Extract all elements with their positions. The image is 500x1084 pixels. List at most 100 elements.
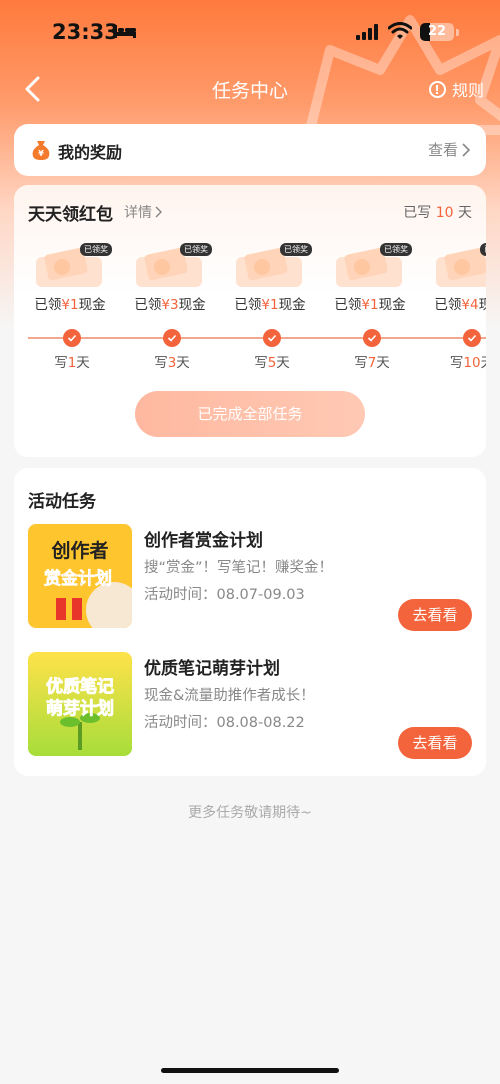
- day-number: 3: [167, 355, 177, 371]
- thumb-text: 创作者: [50, 539, 108, 562]
- thumb-text: 萌芽计划: [46, 698, 114, 719]
- red-packet-ticket-icon: [436, 247, 486, 287]
- reward-amount: ¥1: [61, 297, 79, 313]
- reward-label: 已领¥1现金: [228, 293, 312, 313]
- daily-title: 天天领红包: [28, 205, 113, 225]
- daily-streak-status: 已写 10 天: [403, 202, 472, 222]
- all-tasks-completed-button[interactable]: 已完成全部任务: [135, 391, 365, 437]
- day-suffix: 天: [376, 355, 390, 371]
- day-label: 写5天: [242, 351, 302, 371]
- day-prefix: 写: [449, 355, 464, 371]
- reward-label: 已领¥1现金: [328, 293, 412, 313]
- day-number: 5: [267, 355, 277, 371]
- go-see-button[interactable]: 去看看: [398, 727, 472, 759]
- claimed-badge: 已领奖: [480, 243, 486, 256]
- reward-prefix: 已领: [134, 297, 162, 313]
- bounty-plan-image: 创作者 赏金计划: [28, 524, 132, 628]
- check-icon: [63, 329, 81, 347]
- reward-label: 已领¥1现金: [28, 293, 112, 313]
- reward-prefix: 已领: [334, 297, 362, 313]
- day-suffix: 天: [76, 355, 90, 371]
- streak-prefix: 已写: [403, 205, 432, 221]
- my-rewards-card[interactable]: ¥ 我的奖励 查看: [14, 124, 486, 176]
- claimed-badge: 已领奖: [80, 243, 112, 256]
- reward-prefix: 已领: [434, 297, 462, 313]
- claimed-badge: 已领奖: [180, 243, 212, 256]
- streak-suffix: 天: [458, 205, 472, 221]
- reward-label: 已领¥3现金: [128, 293, 212, 313]
- home-indicator[interactable]: [161, 1068, 339, 1073]
- reward-amount: ¥3: [161, 297, 179, 313]
- reward-amount: ¥1: [361, 297, 379, 313]
- bed-icon: [114, 25, 136, 38]
- task-thumbnail[interactable]: 优质笔记 萌芽计划: [28, 652, 132, 756]
- status-time: 23:33: [52, 20, 119, 44]
- rewards-view-label: 查看: [427, 141, 458, 159]
- day-prefix: 写: [154, 355, 168, 371]
- task-time: 活动时间：08.07-09.03: [144, 587, 305, 603]
- task-name: 创作者赏金计划: [144, 531, 263, 551]
- day-number: 10: [463, 355, 481, 371]
- thumb-text: 赏金计划: [44, 568, 112, 589]
- check-icon: [363, 329, 381, 347]
- page-title: 任务中心: [211, 80, 288, 102]
- sprout-plan-image: 优质笔记 萌芽计划: [28, 652, 132, 756]
- daily-detail-label: 详情: [124, 205, 152, 221]
- day-number: 7: [367, 355, 377, 371]
- chevron-right-icon: [155, 206, 162, 218]
- chevron-right-icon: [462, 142, 470, 157]
- battery-tip: [456, 29, 459, 36]
- day-label: 写10天: [442, 351, 486, 371]
- battery-indicator: 22: [420, 23, 454, 41]
- check-icon: [263, 329, 281, 347]
- reward-suffix: 现金: [478, 297, 486, 313]
- task-thumbnail[interactable]: 创作者 赏金计划: [28, 524, 132, 628]
- reward-suffix: 现金: [178, 297, 206, 313]
- task-name: 优质笔记萌芽计划: [144, 659, 280, 679]
- nav-bar: 任务中心 规则: [0, 66, 500, 112]
- rewards-title: 我的奖励: [58, 143, 123, 162]
- rules-button[interactable]: 规则: [428, 76, 484, 102]
- progress-track: [28, 337, 486, 339]
- reward-amount: ¥1: [261, 297, 279, 313]
- reward-item: 已领奖 已领¥4现金: [428, 243, 486, 317]
- task-description: 搜“赏金”！写笔记！赚奖金！: [144, 560, 334, 576]
- info-icon: [428, 80, 446, 98]
- svg-text:¥: ¥: [38, 149, 44, 158]
- reward-label: 已领¥4现金: [428, 293, 486, 313]
- claimed-badge: 已领奖: [380, 243, 412, 256]
- day-suffix: 天: [481, 355, 486, 371]
- day-number: 1: [67, 355, 77, 371]
- more-tasks-hint: 更多任务敬请期待~: [188, 805, 312, 821]
- activity-tasks-card: 活动任务 创作者 赏金计划 创作者赏金计划 搜“赏金”！写笔记！赚奖金！ 活动时…: [14, 468, 486, 776]
- reward-item: 已领奖 已领¥1现金: [328, 243, 412, 317]
- thumb-text: 优质笔记: [46, 676, 114, 697]
- task-description: 现金&流量助推作者成长！: [144, 688, 315, 704]
- reward-item: 已领奖 已领¥1现金: [28, 243, 112, 317]
- reward-item: 已领奖 已领¥1现金: [228, 243, 312, 317]
- wifi-icon: [388, 22, 412, 39]
- day-suffix: 天: [276, 355, 290, 371]
- check-icon: [163, 329, 181, 347]
- day-prefix: 写: [354, 355, 368, 371]
- status-bar: 23:33 22: [0, 0, 500, 66]
- reward-amount: ¥4: [461, 297, 479, 313]
- reward-suffix: 现金: [378, 297, 406, 313]
- money-bag-icon: ¥: [32, 141, 50, 160]
- day-prefix: 写: [54, 355, 68, 371]
- daily-red-packet-card: 天天领红包 详情 已写 10 天 已领奖 已领¥1现金 已领奖 已领¥3现金 已…: [14, 185, 486, 457]
- reward-prefix: 已领: [34, 297, 62, 313]
- day-label: 写1天: [42, 351, 102, 371]
- go-see-button[interactable]: 去看看: [398, 599, 472, 631]
- reward-item: 已领奖 已领¥3现金: [128, 243, 212, 317]
- battery-level: 22: [427, 24, 447, 39]
- tasks-title: 活动任务: [28, 492, 96, 512]
- rewards-view-link[interactable]: 查看: [428, 139, 470, 160]
- reward-suffix: 现金: [78, 297, 106, 313]
- day-label: 写7天: [342, 351, 402, 371]
- claimed-badge: 已领奖: [280, 243, 312, 256]
- reward-prefix: 已领: [234, 297, 262, 313]
- rules-label: 规则: [451, 81, 484, 100]
- daily-detail-link[interactable]: 详情: [124, 202, 162, 222]
- check-icon: [463, 329, 481, 347]
